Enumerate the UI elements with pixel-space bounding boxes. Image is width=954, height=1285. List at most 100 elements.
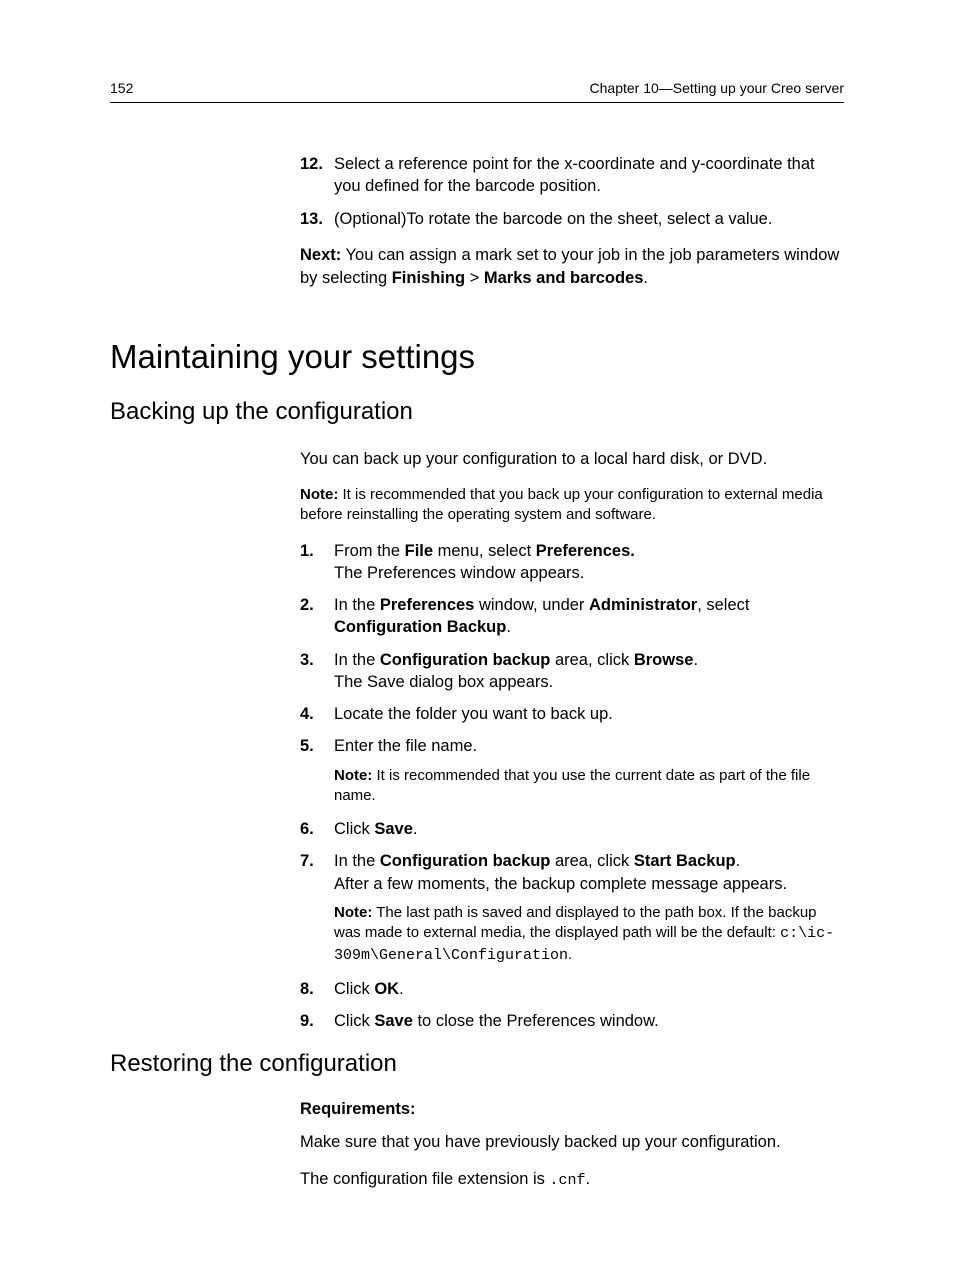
chapter-title: Chapter 10—Setting up your Creo server [590,80,844,96]
step-number: 1. [300,540,334,585]
step-text: (Optional)To rotate the barcode on the s… [334,208,844,230]
restore-p2: The configuration file extension is .cnf… [300,1168,844,1191]
step-number: 13. [300,208,334,230]
prior-steps-list: 12. Select a reference point for the x-c… [300,153,844,230]
backup-step-7: 7. In the Configuration backup area, cli… [300,850,844,967]
t: The configuration file extension is [300,1170,549,1188]
step-body: Click Save to close the Preferences wind… [334,1010,844,1032]
note-label: Note: [300,486,338,503]
next-text-b: > [465,269,484,287]
b: Save [374,820,413,838]
t: . [693,651,698,669]
backup-step-6: 6. Click Save. [300,818,844,840]
t: to close the Preferences window. [413,1012,659,1030]
page-number: 152 [110,80,133,96]
note-label: Note: [334,904,372,921]
step-body: Click OK. [334,978,844,1000]
t: Click [334,820,374,838]
note-text: It is recommended that you back up your … [300,486,823,523]
b: Start Backup [634,852,736,870]
note-text-a: The last path is saved and displayed to … [334,904,817,941]
page-header: 152 Chapter 10—Setting up your Creo serv… [110,80,844,103]
backup-intro: You can back up your configuration to a … [300,448,844,471]
requirements-label: Requirements: [300,1100,844,1119]
note-text: It is recommended that you use the curre… [334,767,810,804]
t: In the [334,651,380,669]
step-number: 4. [300,703,334,725]
b: Administrator [589,596,697,614]
backup-note: Note: It is recommended that you back up… [300,485,844,526]
b: Preferences [380,596,474,614]
step-body: Locate the folder you want to back up. [334,703,844,725]
backup-step-3: 3. In the Configuration backup area, cli… [300,649,844,694]
step-note: Note: It is recommended that you use the… [334,766,844,807]
step-number: 6. [300,818,334,840]
t: In the [334,852,380,870]
file-extension-code: .cnf [549,1172,585,1189]
t: . [736,852,741,870]
t: After a few moments, the backup complete… [334,875,787,893]
next-paragraph: Next: You can assign a mark set to your … [300,244,844,290]
backup-step-5: 5. Enter the file name. Note: It is reco… [300,735,844,808]
b: Configuration Backup [334,618,506,636]
b: Browse [634,651,694,669]
step-number: 7. [300,850,334,967]
restore-p1: Make sure that you have previously backe… [300,1131,844,1154]
backup-step-4: 4. Locate the folder you want to back up… [300,703,844,725]
step-number: 8. [300,978,334,1000]
t: Enter the file name. [334,737,477,755]
step-number: 3. [300,649,334,694]
step-13: 13. (Optional)To rotate the barcode on t… [300,208,844,230]
t: . [413,820,418,838]
b: Configuration backup [380,852,551,870]
next-bold-2: Marks and barcodes [484,269,644,287]
backup-steps-list: 1. From the File menu, select Preference… [300,540,844,1033]
t: . [506,618,511,636]
b: File [405,542,433,560]
page: 152 Chapter 10—Setting up your Creo serv… [0,0,954,1285]
t: . [399,980,404,998]
t: From the [334,542,405,560]
content-column: 12. Select a reference point for the x-c… [300,153,844,1191]
step-number: 12. [300,153,334,198]
next-text-c: . [643,269,648,287]
note-label: Note: [334,767,372,784]
step-body: In the Configuration backup area, click … [334,850,844,967]
b: OK [374,980,399,998]
step-body: Enter the file name. Note: It is recomme… [334,735,844,808]
t: area, click [550,651,633,669]
next-label: Next: [300,246,341,264]
step-12: 12. Select a reference point for the x-c… [300,153,844,198]
t: area, click [550,852,633,870]
heading-restore: Restoring the configuration [110,1050,844,1078]
b: Save [374,1012,413,1030]
step-body: Click Save. [334,818,844,840]
backup-step-1: 1. From the File menu, select Preference… [300,540,844,585]
step-body: In the Preferences window, under Adminis… [334,594,844,639]
t: , select [697,596,749,614]
t: In the [334,596,380,614]
backup-step-9: 9. Click Save to close the Preferences w… [300,1010,844,1032]
t: Click [334,980,374,998]
step-number: 2. [300,594,334,639]
step-note: Note: The last path is saved and display… [334,903,844,966]
t: The Preferences window appears. [334,564,584,582]
t: menu, select [433,542,536,560]
t: . [586,1170,591,1188]
backup-step-8: 8. Click OK. [300,978,844,1000]
step-body: From the File menu, select Preferences. … [334,540,844,585]
b: Configuration backup [380,651,551,669]
heading-maintaining: Maintaining your settings [110,338,844,376]
step-number: 5. [300,735,334,808]
t: Click [334,1012,374,1030]
step-text: Select a reference point for the x-coord… [334,153,844,198]
backup-step-2: 2. In the Preferences window, under Admi… [300,594,844,639]
heading-backup: Backing up the configuration [110,398,844,426]
next-bold-1: Finishing [392,269,465,287]
t: The Save dialog box appears. [334,673,553,691]
b: Preferences. [536,542,635,560]
t: window, under [474,596,589,614]
step-number: 9. [300,1010,334,1032]
note-text-b: . [568,946,572,963]
step-body: In the Configuration backup area, click … [334,649,844,694]
